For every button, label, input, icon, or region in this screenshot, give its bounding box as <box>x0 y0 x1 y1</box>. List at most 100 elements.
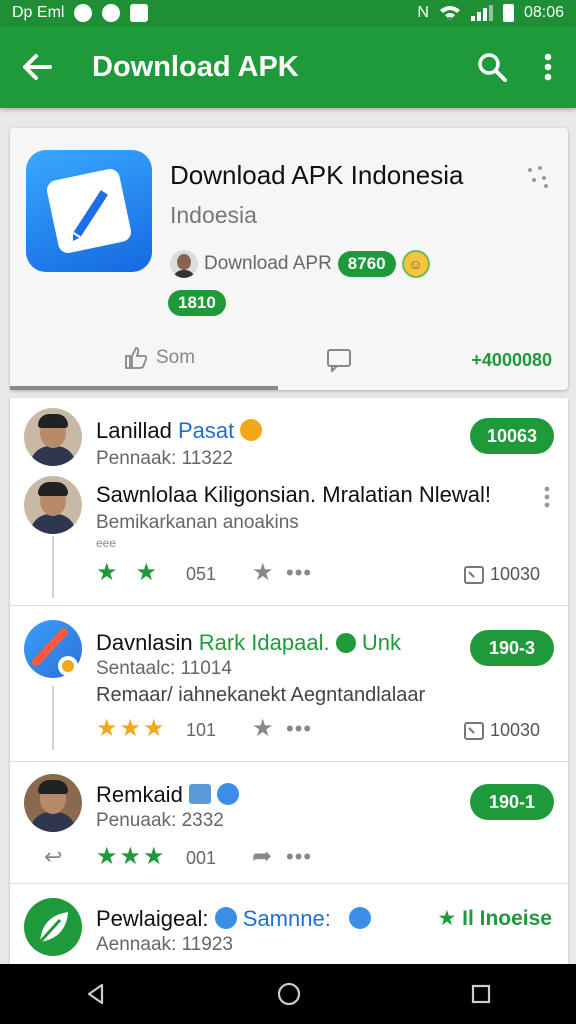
star-icon: ★ <box>96 843 118 870</box>
post-title: Sawnlolaa Kiligonsian. Mralatian Nlewal! <box>96 482 491 507</box>
reply-count[interactable]: 10030 <box>464 720 540 741</box>
avatar[interactable] <box>24 620 82 678</box>
app-icon <box>26 150 152 272</box>
image-notification-icon <box>130 4 149 22</box>
user-tag-2: Unk <box>361 630 401 655</box>
download-count: +4000080 <box>471 350 552 370</box>
network-indicator: N <box>417 4 429 21</box>
list-item[interactable]: Sawnlolaa Kiligonsian. Mralatian Nlewal!… <box>10 476 568 606</box>
overflow-menu-button[interactable] <box>520 26 576 108</box>
count-badge[interactable]: 190-3 <box>470 630 554 666</box>
share-dots-icon[interactable] <box>526 164 550 188</box>
avatar[interactable] <box>24 774 82 832</box>
rating-pill: 8760 <box>337 251 396 277</box>
reply-count[interactable]: 10030 <box>464 564 540 585</box>
post-text: Remaar/ iahnekanekt Aegntandlalaar <box>96 684 426 706</box>
reply-box-icon <box>464 565 484 584</box>
more-dots-icon[interactable]: ••• <box>286 716 312 742</box>
count-badge[interactable]: 10063 <box>470 418 554 454</box>
star-icon: ★ <box>135 559 158 586</box>
plane-icon <box>348 907 371 929</box>
smile-emoji-icon: ☺ <box>401 250 430 278</box>
app-notification-icon <box>102 4 121 22</box>
user-meta: Penuaak: 2332 <box>96 810 224 831</box>
developer-avatar <box>170 250 198 278</box>
system-nav-bar <box>0 964 576 1024</box>
reply-count-label: 10030 <box>490 720 541 740</box>
reply-box-icon <box>464 721 484 740</box>
more-vert-icon <box>544 53 552 81</box>
nav-back-icon[interactable] <box>84 982 108 1006</box>
star-icon: ★ <box>437 907 463 930</box>
star-icon: ★ <box>143 843 165 870</box>
back-arrow-icon <box>23 54 52 80</box>
status-bar: Dp Eml N 08:06 <box>0 0 576 26</box>
wifi-icon <box>439 6 460 20</box>
thumbs-up-icon <box>125 347 148 369</box>
rating-count: 051 <box>186 564 217 584</box>
secondary-pill: 1810 <box>168 290 226 316</box>
star-icon: ★ <box>96 559 118 586</box>
leaf-logo-icon <box>38 912 68 944</box>
tab-indicator <box>10 386 278 390</box>
app-bar: Download APK <box>0 26 576 108</box>
signal-icon <box>470 5 493 21</box>
avatar[interactable] <box>24 898 82 956</box>
comment-icon[interactable] <box>326 348 352 372</box>
pen-icon <box>72 190 109 242</box>
user-name: Pewlaigeal: <box>96 906 209 931</box>
favorite-star-icon[interactable]: ★ <box>252 558 274 587</box>
list-item[interactable]: Remkaid Penuaak: 2332 190-1 ↩ ★ ★ ★ 001 ➦ … <box>10 762 568 884</box>
rating-count: 001 <box>186 848 217 868</box>
user-meta: Sentaalc: 11014 <box>96 658 232 679</box>
favorite-star-icon[interactable]: ★ <box>252 714 274 743</box>
list-item[interactable]: Lanillad Pasat Pennaak: 11322 10063 <box>10 398 568 476</box>
nav-recents-icon[interactable] <box>470 983 492 1005</box>
more-dots-icon[interactable]: ••• <box>286 844 312 870</box>
app-name: Download APK Indonesia <box>170 160 464 190</box>
thread-line <box>52 536 54 598</box>
verified-icon <box>335 633 356 653</box>
star-icon: ★ <box>119 715 142 742</box>
app-header-card: Download APK Indonesia Indoesia Download… <box>10 128 568 390</box>
share-arrow-icon[interactable]: ➦ <box>252 842 272 871</box>
user-tag: Rark Idapaal. <box>198 630 330 655</box>
list-item[interactable]: Davnlasin Rark Idapaal. Unk Sentaalc: 11… <box>10 606 568 762</box>
avatar[interactable] <box>24 408 82 466</box>
g-notification-icon <box>74 4 93 22</box>
more-dots-icon[interactable]: ••• <box>286 560 312 586</box>
review-list: Lanillad Pasat Pennaak: 11322 10063 Sawn… <box>10 398 568 964</box>
status-text: Il Inoeise <box>462 907 552 930</box>
star-icon: ★ <box>143 715 165 742</box>
star-icon: ★ <box>96 715 118 742</box>
user-meta: Aennaak: 11923 <box>96 934 233 955</box>
user-name: Remkaid <box>96 782 183 807</box>
reply-count-label: 10030 <box>490 564 541 584</box>
user-meta: Pennaak: 11322 <box>96 448 233 469</box>
like-button[interactable]: Som <box>124 346 195 370</box>
more-vert-icon[interactable] <box>544 486 550 508</box>
nav-home-icon[interactable] <box>276 981 302 1007</box>
star-rating: ★ ★ <box>96 558 157 587</box>
back-button[interactable] <box>0 26 74 108</box>
developer-row: Download APR 8760 ☺ <box>170 250 430 278</box>
count-badge[interactable]: 190-1 <box>470 784 554 820</box>
search-button[interactable] <box>464 26 520 108</box>
star-rating: ★ ★ ★ <box>96 714 165 743</box>
star-rating: ★ ★ ★ <box>96 842 165 871</box>
developer-name: Download APR <box>204 253 332 274</box>
thread-line <box>52 686 54 750</box>
clock: 08:06 <box>523 4 564 21</box>
app-subtitle: Indoesia <box>170 202 257 228</box>
star-icon: ★ <box>119 843 142 870</box>
avatar[interactable] <box>24 476 82 534</box>
verified-icon <box>214 907 237 929</box>
reply-arrow-icon[interactable]: ↩ <box>44 844 62 870</box>
post-text: Bemikarkanan anoakins <box>96 512 299 533</box>
user-name: Davnlasin <box>96 630 193 655</box>
rating-count: 101 <box>186 720 217 740</box>
list-item[interactable]: Pewlaigeal: Samnne: Aennaak: 11923 ★ Il … <box>10 884 568 964</box>
battery-icon <box>502 4 514 22</box>
post-tiny: eee <box>96 536 117 550</box>
app-logo-icon <box>32 628 78 676</box>
